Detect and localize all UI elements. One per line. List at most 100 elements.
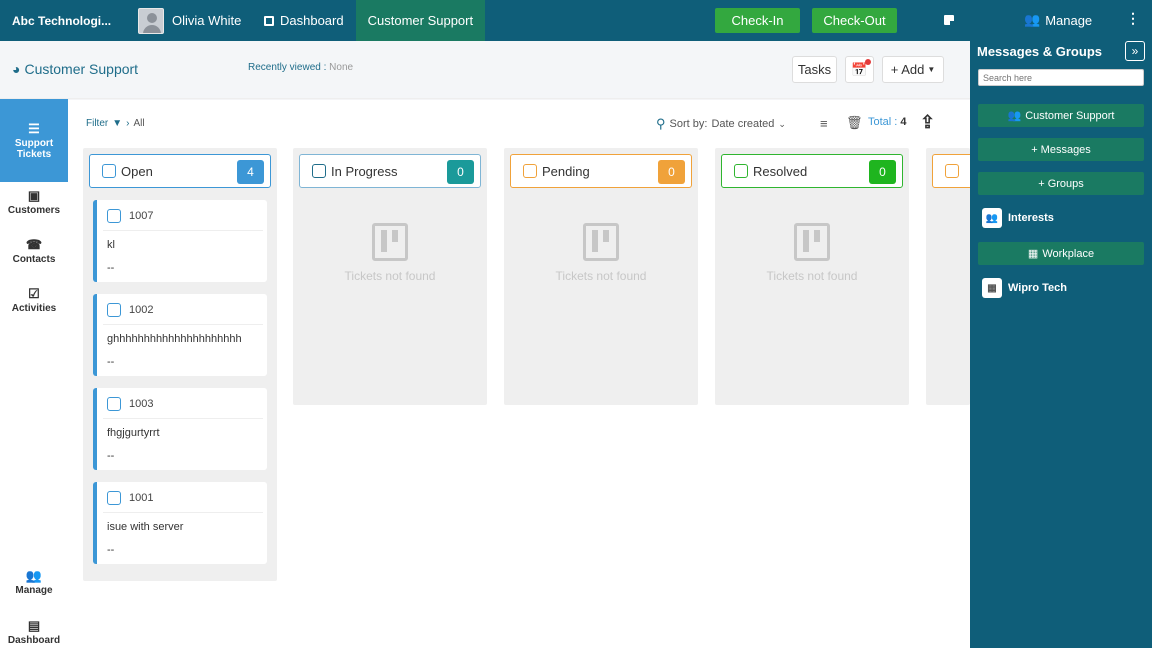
filter-breadcrumb[interactable]: Filter ▼ › All — [86, 118, 145, 129]
column-count-badge: 0 — [447, 160, 474, 184]
calendar-button[interactable]: 📅 — [845, 56, 874, 83]
nav-dashboard-side[interactable]: ▤ Dashboard — [0, 618, 68, 647]
column-select-checkbox[interactable] — [734, 164, 748, 178]
column-header-in-progress[interactable]: In Progress 0 — [299, 154, 481, 188]
people-icon: 👥 — [1024, 12, 1041, 27]
column-title: Pending — [542, 163, 590, 179]
add-button[interactable]: + Add ▼ — [882, 56, 944, 83]
ticket-detail: -- — [107, 262, 115, 274]
panel-title: Messages & Groups — [977, 44, 1102, 59]
notification-dot — [865, 59, 871, 65]
workplace-label: Workplace — [1042, 247, 1095, 260]
board-icon — [794, 223, 830, 261]
trash-icon[interactable]: 🗑 — [846, 115, 863, 131]
upload-icon[interactable]: ⇪ — [920, 112, 935, 133]
nav-contacts[interactable]: ☎ Contacts — [0, 237, 68, 266]
column-header-resolved[interactable]: Resolved 0 — [721, 154, 903, 188]
list-view-icon[interactable]: ≡ — [820, 116, 828, 131]
panel-search-input[interactable] — [978, 69, 1144, 86]
add-messages-button[interactable]: + Messages — [978, 138, 1144, 161]
interests-label: Interests — [1008, 212, 1054, 224]
empty-text: Tickets not found — [344, 269, 436, 283]
ticket-checkbox[interactable] — [107, 209, 121, 223]
ticket-card[interactable]: 1007 kl -- — [93, 200, 267, 282]
total-value: 4 — [900, 116, 907, 128]
add-groups-button[interactable]: + Groups — [978, 172, 1144, 195]
ticket-card[interactable]: 1002 ghhhhhhhhhhhhhhhhhhhhh -- — [93, 294, 267, 376]
ticket-checkbox[interactable] — [107, 303, 121, 317]
messages-groups-panel: 👥 Manage ⋮ Messages & Groups » 👥 Custome… — [970, 0, 1152, 648]
wipro-tech-label: Wipro Tech — [1008, 282, 1067, 294]
tasks-button[interactable]: Tasks — [792, 56, 837, 83]
page-title-text: Customer Support — [24, 61, 139, 77]
phone-icon: ☎ — [25, 237, 43, 252]
nav-manage-label: Manage — [15, 585, 53, 596]
customer-support-group-button[interactable]: 👥 Customer Support — [978, 104, 1144, 127]
board-icon — [372, 223, 408, 261]
column-select-checkbox[interactable] — [945, 164, 959, 178]
user-menu[interactable]: Olivia White — [130, 7, 252, 34]
column-title: Resolved — [753, 163, 808, 179]
column-header-open[interactable]: Open 4 — [89, 154, 271, 188]
column-select-checkbox[interactable] — [523, 164, 537, 178]
ticket-checkbox[interactable] — [107, 491, 121, 505]
column-select-checkbox[interactable] — [312, 164, 326, 178]
check-in-button[interactable]: Check-In — [715, 8, 800, 33]
sticky-note-icon[interactable] — [944, 15, 954, 25]
ticket-id: 1002 — [129, 304, 154, 316]
workplace-button[interactable]: ▦ Workplace — [978, 242, 1144, 265]
column-title: In Progress — [331, 163, 398, 179]
ticket-subject: ghhhhhhhhhhhhhhhhhhhhh — [107, 333, 242, 345]
ticket-detail: -- — [107, 356, 115, 368]
total-label: Total : — [868, 116, 898, 128]
empty-state: Tickets not found — [504, 223, 698, 283]
add-label: + Add — [890, 62, 925, 77]
ticket-subject: kl — [107, 239, 115, 251]
kebab-menu-icon[interactable]: ⋮ — [1126, 10, 1140, 27]
column-select-checkbox[interactable] — [102, 164, 116, 178]
nav-activities[interactable]: ☑ Activities — [0, 287, 68, 315]
ticket-subject: isue with server — [107, 521, 184, 533]
nav-dashboard[interactable]: Dashboard — [252, 0, 356, 41]
filter-label: Filter — [86, 118, 109, 129]
search-icon: ⚲ — [656, 116, 666, 131]
ticket-card[interactable]: 1001 isue with server -- — [93, 482, 267, 564]
sort-value: Date created — [711, 118, 775, 130]
chart-icon: ▤ — [27, 618, 41, 633]
recently-viewed: Recently viewed : None — [248, 62, 353, 73]
ticket-checkbox[interactable] — [107, 397, 121, 411]
nav-support-tickets-label: Support Tickets — [14, 137, 54, 160]
wipro-tech-workspace[interactable]: ▦ Wipro Tech — [982, 278, 1067, 298]
ticket-id: 1003 — [129, 398, 154, 410]
nav-manage[interactable]: 👥 Manage — [0, 569, 68, 597]
ticket-id: 1007 — [129, 210, 154, 222]
ticket-id: 1001 — [129, 492, 154, 504]
manage-button[interactable]: 👥 Manage — [1024, 12, 1092, 28]
check-out-button[interactable]: Check-Out — [812, 8, 897, 33]
recently-viewed-label: Recently viewed : — [248, 62, 327, 73]
column-count-badge: 0 — [869, 160, 896, 184]
column-title: Open — [121, 163, 153, 179]
total-count: Total : 4 — [868, 116, 907, 128]
nav-customers[interactable]: ▣ Customers — [0, 189, 68, 217]
nav-customer-support[interactable]: Customer Support — [355, 0, 486, 41]
page-header: ◕ Customer Support Recently viewed : Non… — [0, 41, 970, 99]
nav-customers-label: Customers — [7, 205, 61, 216]
sort-label: Sort by: — [669, 118, 708, 130]
nav-support-tickets[interactable]: ☰ Support Tickets — [0, 99, 68, 182]
sort-dropdown[interactable]: ⚲ Sort by: Date created ⌄ — [656, 116, 786, 132]
column-open: Open 4 1007 kl -- 1002 ghhhhhhhhhhhhhhhh… — [83, 148, 277, 581]
interests-group[interactable]: 👥 Interests — [982, 208, 1054, 228]
nav-dashboard-side-label: Dashboard — [7, 635, 61, 646]
ticket-card[interactable]: 1003 fhgjgurtyrrt -- — [93, 388, 267, 470]
column-header-partial[interactable] — [932, 154, 970, 188]
page-title: ◕ Customer Support — [12, 61, 138, 77]
collapse-panel-button[interactable]: » — [1125, 41, 1145, 61]
column-header-pending[interactable]: Pending 0 — [510, 154, 692, 188]
divider — [103, 230, 263, 231]
column-count-badge: 0 — [658, 160, 685, 184]
headset-icon: ◕ — [12, 61, 21, 77]
ticket-id-row: 1007 — [107, 209, 153, 223]
ticket-detail: -- — [107, 544, 115, 556]
company-name[interactable]: Abc Technologi... — [0, 14, 130, 28]
